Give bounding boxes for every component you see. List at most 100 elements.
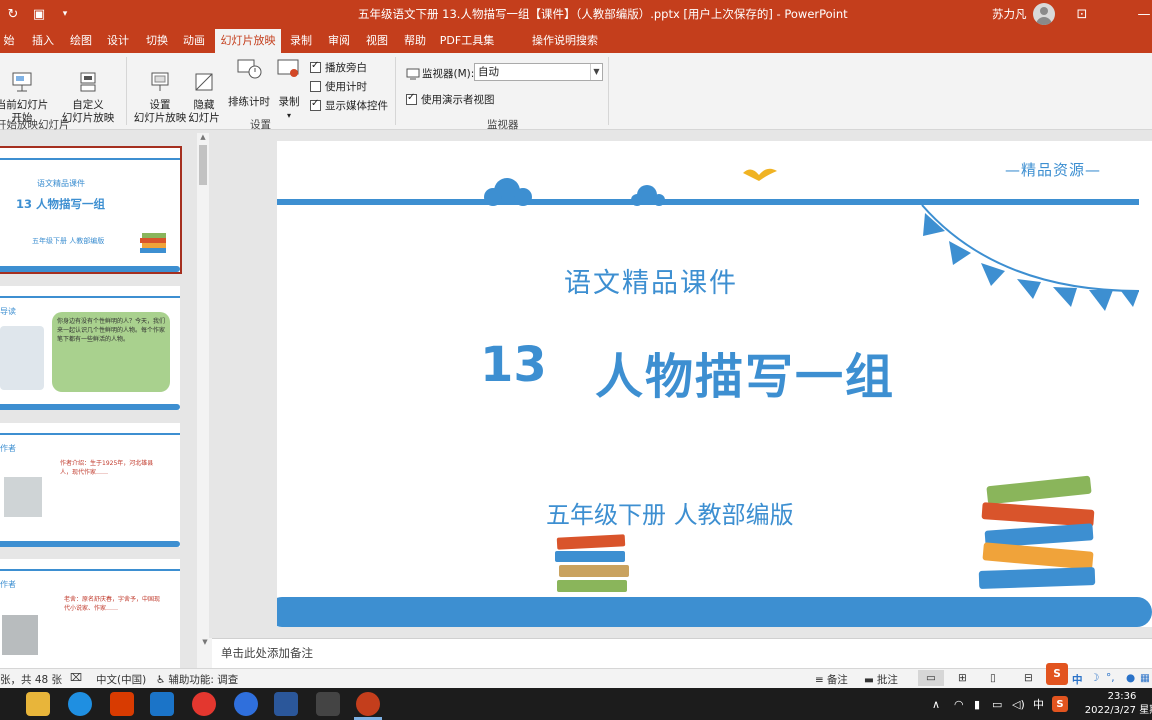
rehearse-timings-button[interactable]: 排练计时 (226, 58, 272, 109)
tencent-meeting-icon[interactable] (150, 692, 174, 716)
setup-slideshow-button[interactable]: 设置 幻灯片放映 (130, 58, 190, 138)
ime-punct-icon[interactable]: °, (1106, 672, 1115, 684)
tab-slideshow[interactable]: 幻灯片放映 (215, 29, 281, 53)
file-explorer-icon[interactable] (26, 692, 50, 716)
present-icon[interactable]: ▣ (26, 0, 52, 28)
sogou-ime-icon[interactable]: S (1046, 663, 1068, 685)
slide-thumbnail-1[interactable]: 语文精品课件 13 人物描写一组 五年级下册 人教部编版 (0, 146, 182, 274)
ime-keyboard-icon[interactable]: ▦ (1140, 672, 1150, 684)
author-photo (4, 477, 42, 517)
notes-toggle[interactable]: ≡ 备注 (815, 672, 848, 687)
system-clock[interactable]: 23:36 2022/3/27 星期 (1082, 690, 1152, 718)
language-indicator[interactable]: 中文(中国) (96, 672, 146, 687)
tab-draw[interactable]: 绘图 (66, 28, 96, 53)
tab-view[interactable]: 视图 (362, 28, 392, 53)
accessibility-status[interactable]: ♿ 辅助功能: 调查 (156, 672, 238, 687)
tab-review[interactable]: 审阅 (324, 28, 354, 53)
pdf-reader-icon[interactable] (234, 692, 258, 716)
word-icon[interactable] (274, 692, 298, 716)
redo-icon[interactable]: ↻ (0, 0, 26, 28)
tab-home[interactable]: 始 (0, 28, 18, 53)
wifi-icon[interactable]: ◠ (954, 688, 964, 720)
input-language-indicator[interactable]: 中 (1033, 688, 1044, 720)
hide-slide-button[interactable]: 隐藏 幻灯片 (184, 58, 224, 138)
thumb-footer-bar (0, 541, 180, 547)
tab-record[interactable]: 录制 (286, 28, 316, 53)
chevron-down-icon[interactable]: ▼ (590, 64, 602, 80)
battery-icon[interactable]: ▭ (992, 688, 1002, 720)
scrollbar-thumb[interactable] (199, 145, 207, 185)
thumb2-body: 你身边有没有个性鲜明的人？今天，我们来一起认识几个性鲜明的人物。每个作家笔下都有… (57, 318, 166, 343)
comments-toggle[interactable]: ▬ 批注 (864, 672, 898, 687)
presenter-view-checkbox[interactable]: 使用演示者视图 (406, 92, 495, 107)
spellcheck-icon[interactable]: ⌧ (70, 672, 82, 684)
clock-time: 23:36 (1107, 691, 1137, 702)
ime-mode-indicator[interactable]: 中 (1072, 672, 1083, 687)
notes-pane[interactable]: 单击此处添加备注 (212, 638, 1152, 668)
thumb-top-bar (0, 433, 180, 435)
checkbox-timings[interactable] (310, 81, 321, 92)
monitor-value: 自动 (478, 66, 499, 78)
notes-icon: ≡ (815, 673, 824, 686)
play-narration-checkbox[interactable]: 播放旁白 (310, 60, 367, 75)
ime-moon-icon[interactable]: ☽ (1090, 672, 1099, 684)
slide-grade[interactable]: 五年级下册 人教部编版 (546, 495, 794, 530)
ribbon-tabs: 始 插入 绘图 设计 切换 动画 幻灯片放映 录制 审阅 视图 帮助 PDF工具… (0, 28, 1152, 76)
minimize-icon[interactable]: — (1130, 0, 1152, 28)
user-name[interactable]: 苏力凡 (992, 0, 1027, 28)
office-icon[interactable] (110, 692, 134, 716)
document-title: 五年级语文下册 13.人物描写一组【课件】（人教部编版）.pptx [用户上次保… (358, 7, 848, 21)
slide-count: 张，共 48 张 (0, 674, 63, 686)
thumb3-body: 作者介绍：生于1925年，河北雄县人，现代作家…… (60, 460, 154, 476)
ribbon-display-icon[interactable]: ⊡ (1068, 0, 1096, 28)
record-button[interactable]: 录制 ▾ (274, 58, 304, 122)
thumbnail-scrollbar[interactable]: ▲ ▼ (197, 133, 209, 668)
record-dropdown-icon[interactable]: ▾ (274, 109, 304, 122)
volume-icon[interactable]: ◁) (1012, 688, 1025, 720)
slide-sorter-icon[interactable]: ⊞ (958, 672, 967, 684)
accessibility-label: 辅助功能: 调查 (168, 674, 239, 686)
powerpoint-window: ↻ ▣ ▾ 五年级语文下册 13.人物描写一组【课件】（人教部编版）.pptx … (0, 0, 1152, 720)
customize-qat-icon[interactable]: ▾ (52, 0, 78, 28)
checkbox-presenter[interactable] (406, 92, 417, 105)
scroll-up-icon[interactable]: ▲ (197, 133, 209, 143)
slide-thumbnail-pane: 语文精品课件 13 人物描写一组 五年级下册 人教部编版 导读 你身边有没有个性… (0, 131, 212, 668)
tab-insert[interactable]: 插入 (28, 28, 58, 53)
ime-mic-icon[interactable]: ● (1126, 672, 1135, 684)
show-media-controls-checkbox[interactable]: 显示媒体控件 (310, 98, 388, 113)
avatar[interactable] (1033, 3, 1055, 25)
thumb-top-bar (0, 296, 180, 298)
use-timings-checkbox[interactable]: 使用计时 (310, 79, 367, 94)
netease-music-icon[interactable] (192, 692, 216, 716)
slide-canvas[interactable]: —精品资源— 语文精品课件 13 人物描写一组 五年级下册 人教部编版 (277, 141, 1152, 627)
notes-scroll-icon[interactable]: ▼ (198, 638, 212, 668)
tab-pdf-tools[interactable]: PDF工具集 (438, 28, 496, 53)
tab-transitions[interactable]: 切换 (142, 28, 172, 53)
powerpoint-icon[interactable] (356, 692, 380, 716)
books-icon (140, 233, 166, 253)
edge-browser-icon[interactable] (68, 692, 92, 716)
tab-help[interactable]: 帮助 (400, 28, 430, 53)
normal-view-icon[interactable]: ▭ (918, 670, 944, 686)
slide-thumbnail-4[interactable]: 作者 老舍：原名舒庆春，字舍予，中国现代小说家、作家…… (0, 559, 180, 668)
monitor-select[interactable]: 自动 ▼ (474, 63, 603, 81)
checkbox-narration[interactable] (310, 60, 321, 73)
tab-design[interactable]: 设计 (103, 28, 133, 53)
game-app-icon[interactable] (316, 692, 340, 716)
tell-me-search[interactable]: 操作说明搜索 (532, 28, 598, 53)
checkbox-media[interactable] (310, 98, 321, 111)
show-hidden-icons[interactable]: ∧ (932, 688, 940, 720)
slide-thumbnail-2[interactable]: 导读 你身边有没有个性鲜明的人？今天，我们来一起认识几个性鲜明的人物。每个作家笔… (0, 286, 180, 410)
slide-thumbnail-3[interactable]: 作者 作者介绍：生于1925年，河北雄县人，现代作家…… (0, 423, 180, 547)
lesson-number[interactable]: 13 (480, 337, 547, 393)
sogou-tray-icon[interactable]: S (1052, 696, 1068, 712)
monitor-label: 监视器(M): (406, 66, 474, 81)
mic-icon[interactable]: ▮ (974, 688, 980, 720)
slideshow-view-icon[interactable]: ⊟ (1024, 672, 1033, 684)
notes-toggle-label: 备注 (826, 674, 848, 686)
slide-title[interactable]: 人物描写一组 (595, 337, 895, 407)
slide-subtitle[interactable]: 语文精品课件 (564, 261, 738, 300)
tab-animations[interactable]: 动画 (179, 28, 209, 53)
setup-show-icon (151, 72, 169, 91)
reading-view-icon[interactable]: ▯ (990, 672, 996, 684)
